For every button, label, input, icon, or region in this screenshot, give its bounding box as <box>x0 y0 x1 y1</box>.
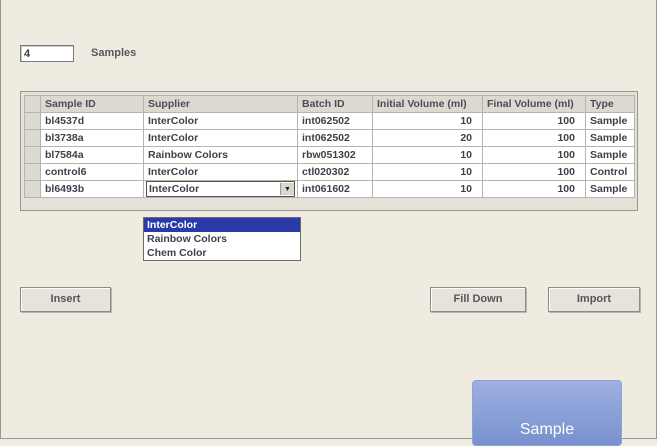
cell-batch-id[interactable]: int062502 <box>297 129 373 147</box>
row-selector[interactable] <box>24 180 41 198</box>
cell-supplier[interactable]: InterColor <box>143 163 298 181</box>
window-frame <box>0 0 657 439</box>
cell-batch-id[interactable]: rbw051302 <box>297 146 373 164</box>
cell-sample-id[interactable]: bl7584a <box>40 146 144 164</box>
column-header-sample-id[interactable]: Sample ID <box>40 95 144 113</box>
sample-tile-button[interactable]: Sample <box>472 380 622 446</box>
supplier-option-rainbow-colors[interactable]: Rainbow Colors <box>144 232 300 246</box>
cell-initial-volume[interactable]: 10 <box>372 146 483 164</box>
sample-count-input[interactable]: 4 <box>20 45 74 62</box>
supplier-option-chem-color[interactable]: Chem Color <box>144 246 300 260</box>
cell-sample-id[interactable]: control6 <box>40 163 144 181</box>
cell-final-volume[interactable]: 100 <box>482 112 586 130</box>
chevron-down-icon[interactable]: ▼ <box>280 183 294 195</box>
cell-supplier[interactable]: InterColor <box>143 112 298 130</box>
table-row[interactable]: bl4537d InterColor int062502 10 100 Samp… <box>24 112 635 130</box>
cell-type[interactable]: Sample <box>585 112 635 130</box>
row-selector-header <box>24 95 41 113</box>
cell-supplier[interactable]: InterColor <box>143 129 298 147</box>
samples-table: Sample ID Supplier Batch ID Initial Volu… <box>24 95 635 198</box>
cell-initial-volume[interactable]: 10 <box>372 112 483 130</box>
column-header-supplier[interactable]: Supplier <box>143 95 298 113</box>
cell-batch-id[interactable]: ctl020302 <box>297 163 373 181</box>
row-selector[interactable] <box>24 163 41 181</box>
cell-initial-volume[interactable]: 20 <box>372 129 483 147</box>
row-selector[interactable] <box>24 129 41 147</box>
column-header-type[interactable]: Type <box>585 95 635 113</box>
cell-final-volume[interactable]: 100 <box>482 163 586 181</box>
column-header-initial-volume[interactable]: Initial Volume (ml) <box>372 95 483 113</box>
column-header-batch-id[interactable]: Batch ID <box>297 95 373 113</box>
column-header-final-volume[interactable]: Final Volume (ml) <box>482 95 586 113</box>
cell-final-volume[interactable]: 100 <box>482 146 586 164</box>
cell-supplier[interactable]: Rainbow Colors <box>143 146 298 164</box>
table-header-row: Sample ID Supplier Batch ID Initial Volu… <box>24 95 635 113</box>
cell-sample-id[interactable]: bl6493b <box>40 180 144 198</box>
table-row[interactable]: control6 InterColor ctl020302 10 100 Con… <box>24 163 635 181</box>
cell-supplier-editing[interactable]: InterColor ▼ <box>143 180 298 198</box>
row-selector[interactable] <box>24 112 41 130</box>
row-selector[interactable] <box>24 146 41 164</box>
cell-type[interactable]: Sample <box>585 146 635 164</box>
cell-sample-id[interactable]: bl4537d <box>40 112 144 130</box>
supplier-combobox[interactable]: InterColor ▼ <box>146 181 295 197</box>
fill-down-button[interactable]: Fill Down <box>430 287 526 312</box>
cell-batch-id[interactable]: int062502 <box>297 112 373 130</box>
cell-sample-id[interactable]: bl3738a <box>40 129 144 147</box>
cell-initial-volume[interactable]: 10 <box>372 163 483 181</box>
cell-final-volume[interactable]: 100 <box>482 129 586 147</box>
cell-type[interactable]: Sample <box>585 129 635 147</box>
insert-button[interactable]: Insert <box>20 287 111 312</box>
sample-tile-label: Sample <box>519 421 575 438</box>
samples-label: Samples <box>91 47 137 59</box>
samples-table-container: Sample ID Supplier Batch ID Initial Volu… <box>20 91 638 211</box>
table-row[interactable]: bl7584a Rainbow Colors rbw051302 10 100 … <box>24 146 635 164</box>
cell-final-volume[interactable]: 100 <box>482 180 586 198</box>
supplier-combobox-value: InterColor <box>149 183 200 195</box>
supplier-option-intercolor[interactable]: InterColor <box>144 218 300 232</box>
supplier-dropdown-list: InterColor Rainbow Colors Chem Color <box>143 217 301 261</box>
cell-type[interactable]: Sample <box>585 180 635 198</box>
cell-type[interactable]: Control <box>585 163 635 181</box>
cell-initial-volume[interactable]: 10 <box>372 180 483 198</box>
import-button[interactable]: Import <box>548 287 640 312</box>
table-row[interactable]: bl6493b InterColor ▼ int061602 10 100 Sa… <box>24 180 635 198</box>
cell-batch-id[interactable]: int061602 <box>297 180 373 198</box>
table-row[interactable]: bl3738a InterColor int062502 20 100 Samp… <box>24 129 635 147</box>
